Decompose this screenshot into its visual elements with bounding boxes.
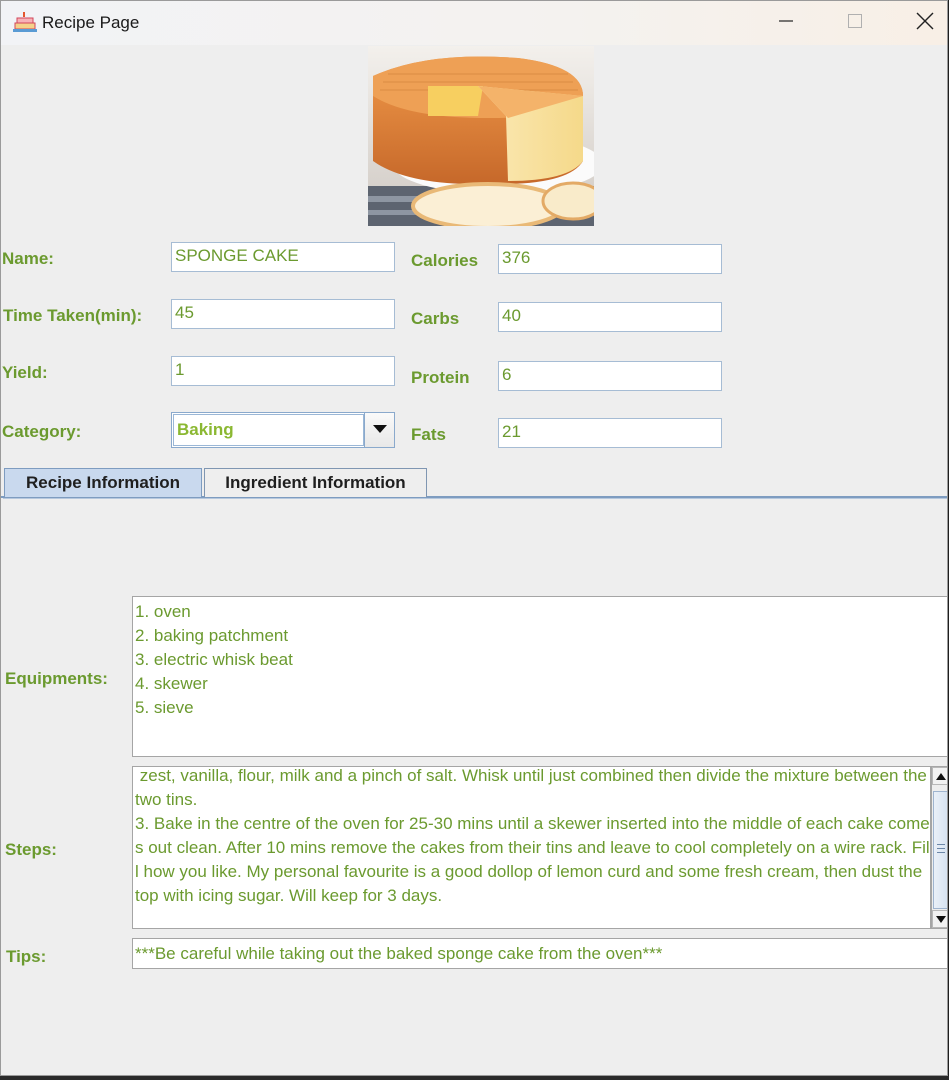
category-value: Baking	[173, 414, 364, 446]
tips-label: Tips:	[6, 947, 47, 966]
cake-icon	[13, 12, 37, 34]
steps-scrollbar[interactable]	[931, 766, 947, 929]
maximize-icon	[847, 13, 863, 34]
arrow-down-icon	[935, 910, 946, 928]
step-text: 3. Bake in the centre of the oven for 25…	[135, 814, 930, 905]
grip-line	[937, 844, 945, 845]
scroll-up-button[interactable]	[932, 767, 947, 785]
desktop-edge	[0, 1076, 949, 1080]
equipments-textarea[interactable]: 1. oven 2. baking patchment 3. electric …	[132, 596, 947, 757]
name-field[interactable]: SPONGE CAKE	[171, 242, 395, 272]
arrow-up-icon	[935, 767, 946, 785]
equipments-label: Equipments:	[5, 669, 108, 688]
recipe-window: Recipe Page Name: SPONGE CAKE Time Taken…	[0, 0, 948, 1076]
calories-field[interactable]: 376	[498, 244, 722, 274]
scroll-down-button[interactable]	[932, 910, 947, 928]
time-label: Time Taken(min):	[3, 306, 143, 325]
tab-recipe-information[interactable]: Recipe Information	[4, 468, 202, 497]
yield-field[interactable]: 1	[171, 356, 395, 386]
close-icon	[916, 12, 934, 35]
list-item: 4. skewer	[135, 674, 208, 693]
dropdown-arrow-button[interactable]	[364, 413, 394, 447]
tips-field[interactable]: ***Be careful while taking out the baked…	[132, 938, 947, 969]
minimize-icon	[778, 13, 794, 34]
grip-line	[937, 848, 945, 849]
protein-label: Protein	[411, 368, 470, 387]
yield-label: Yield:	[2, 363, 48, 382]
minimize-button[interactable]	[763, 1, 809, 45]
fats-field[interactable]: 21	[498, 418, 722, 448]
window-title: Recipe Page	[42, 13, 140, 32]
protein-field[interactable]: 6	[498, 361, 722, 391]
list-item: 1. oven	[135, 602, 191, 621]
chevron-down-icon	[372, 421, 387, 439]
carbs-label: Carbs	[411, 309, 460, 328]
step-text: zest, vanilla, flour, milk and a pinch o…	[135, 766, 927, 809]
steps-textarea[interactable]: zest, vanilla, flour, milk and a pinch o…	[132, 766, 931, 929]
carbs-field[interactable]: 40	[498, 302, 722, 332]
list-item: 5. sieve	[135, 698, 194, 717]
sponge-cake-photo	[368, 46, 605, 230]
grip-line	[937, 852, 945, 853]
steps-label: Steps:	[5, 840, 57, 859]
scrollbar-thumb[interactable]	[933, 791, 947, 909]
category-dropdown[interactable]: Baking	[171, 412, 395, 448]
maximize-button[interactable]	[832, 1, 878, 45]
tab-ingredient-information[interactable]: Ingredient Information	[204, 468, 427, 497]
category-label: Category:	[2, 422, 82, 441]
title-bar: Recipe Page	[1, 1, 947, 45]
calories-label: Calories	[411, 251, 479, 270]
list-item: 2. baking patchment	[135, 626, 289, 645]
close-button[interactable]	[902, 1, 947, 45]
time-field[interactable]: 45	[171, 299, 395, 329]
fats-label: Fats	[411, 425, 446, 444]
list-item: 3. electric whisk beat	[135, 650, 293, 669]
name-label: Name:	[2, 249, 54, 268]
